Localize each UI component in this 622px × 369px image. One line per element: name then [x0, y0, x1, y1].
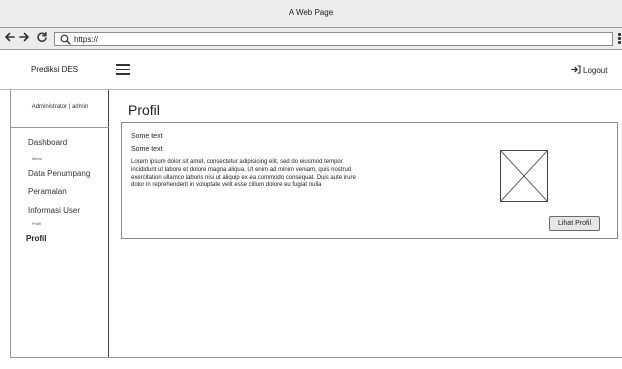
image-placeholder-icon [500, 150, 548, 202]
forward-button[interactable] [17, 31, 31, 45]
card-text-2: Some text [131, 146, 163, 153]
sidebar-item-profil[interactable]: Profil [26, 234, 46, 243]
sidebar-section-menu: Menu [32, 156, 43, 161]
app-header: Prediksi DES Logout [0, 50, 622, 90]
card-body-text: Lorem ipsum dolor sit amet, consectetur … [131, 159, 356, 189]
sidebar-user-name: Administrator | admin [31, 104, 89, 110]
arrow-left-icon [5, 32, 15, 42]
back-button[interactable] [3, 31, 17, 45]
arrow-right-icon [19, 32, 29, 42]
sidebar-item-peramalan[interactable]: Peramalan [28, 187, 67, 196]
browser-toolbar: https:// [0, 28, 622, 50]
sidebar-section-profil: Profil [32, 221, 42, 226]
page-title: Profil [128, 102, 160, 118]
window-title: A Web Page [288, 8, 334, 17]
sidebar-item-informasi-user[interactable]: Informasi User [28, 206, 80, 215]
profile-card: Some text Some text Lorem ipsum dolor si… [121, 122, 618, 239]
sidebar-user-panel: Administrator | admin [11, 90, 109, 128]
logout-label: Logout [583, 66, 608, 75]
brand-name[interactable]: Prediksi DES [31, 65, 78, 74]
reload-button[interactable] [35, 31, 49, 45]
hamburger-icon[interactable] [116, 64, 130, 75]
logout-icon [571, 65, 581, 74]
reload-icon [37, 31, 47, 42]
browser-menu-button[interactable] [617, 32, 621, 46]
address-bar-url: https:// [74, 35, 99, 44]
sidebar-item-dashboard[interactable]: Dashboard [28, 138, 67, 147]
logout-link[interactable]: Logout [571, 65, 607, 75]
sidebar-item-data-penumpang[interactable]: Data Penumpang [28, 169, 90, 178]
sidebar: Administrator | admin Dashboard Menu Dat… [10, 90, 109, 358]
view-profile-button[interactable]: Lihat Profil [549, 216, 600, 231]
address-bar[interactable]: https:// [54, 32, 613, 46]
window-titlebar: A Web Page [0, 0, 622, 28]
card-text-1: Some text [131, 133, 163, 140]
search-icon [60, 34, 71, 45]
footer-divider [10, 357, 622, 358]
